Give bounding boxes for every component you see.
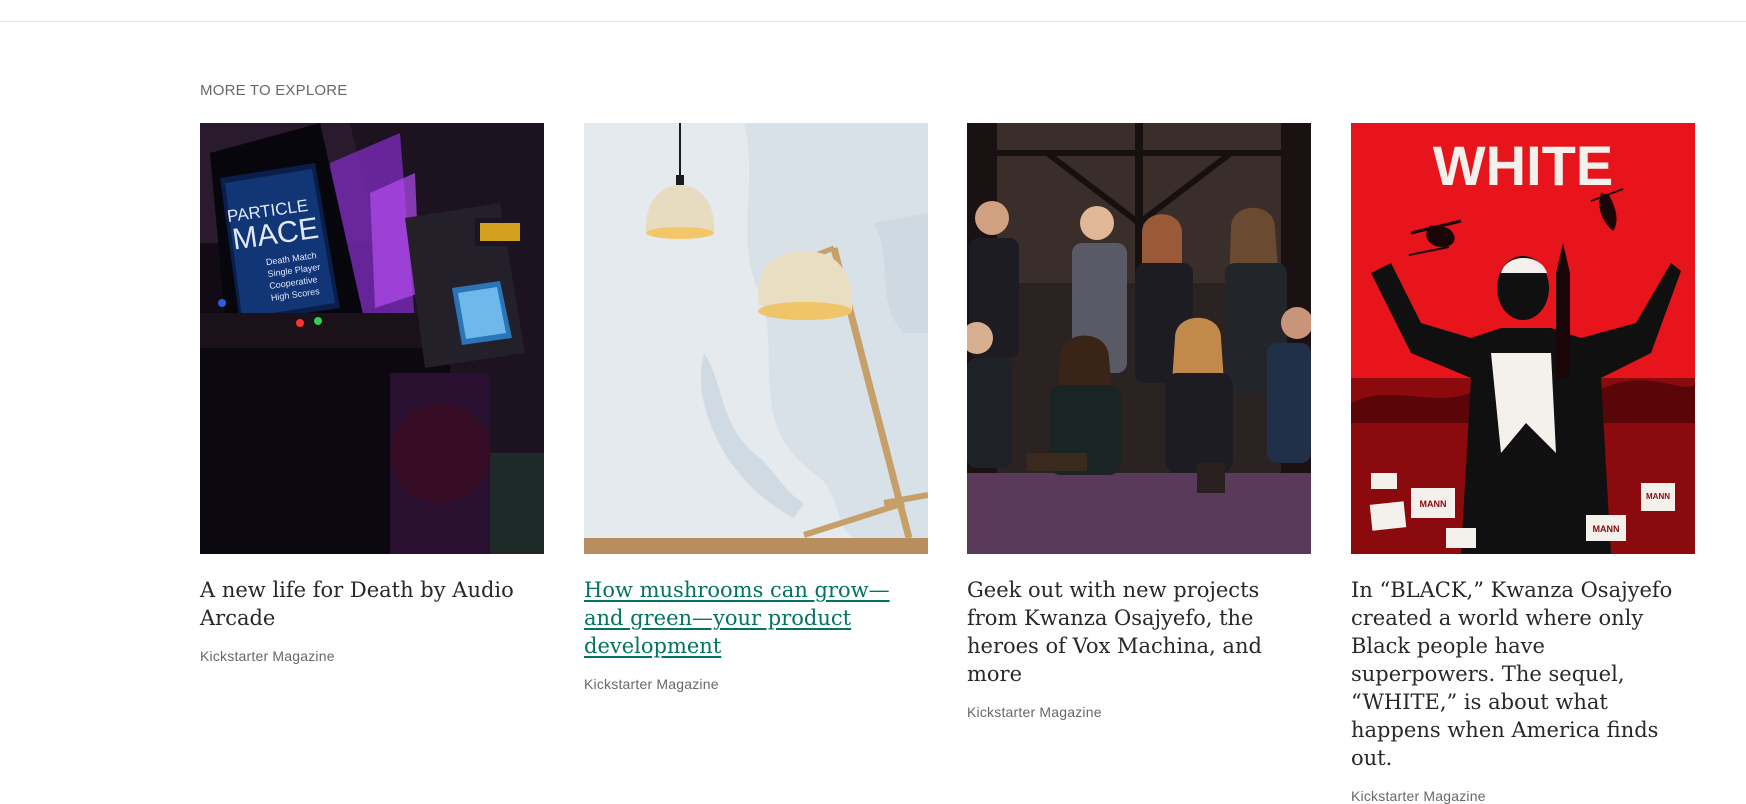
article-source-arcade: Kickstarter Magazine [200, 648, 335, 664]
article-title-arcade[interactable]: A new life for Death by Audio Arcade [200, 576, 544, 632]
article-source-vox-machina: Kickstarter Magazine [967, 704, 1102, 720]
article-title-white[interactable]: In “BLACK,” Kwanza Osajyefo created a wo… [1351, 576, 1695, 772]
svg-text:MANN: MANN [1420, 499, 1447, 509]
article-card-white[interactable]: WHITE MANN MANN MANN In “BLACK,” Kwanza … [1351, 123, 1695, 804]
svg-text:MANN: MANN [1593, 524, 1620, 534]
article-title-vox-machina[interactable]: Geek out with new projects from Kwanza O… [967, 576, 1311, 688]
article-title-mushrooms[interactable]: How mushrooms can grow—and green—your pr… [584, 576, 928, 660]
article-image-mushrooms[interactable] [584, 123, 928, 554]
poster-title-text: WHITE [1433, 134, 1613, 197]
article-source-white: Kickstarter Magazine [1351, 788, 1486, 804]
article-card-mushrooms[interactable]: How mushrooms can grow—and green—your pr… [584, 123, 928, 692]
article-image-arcade[interactable]: PARTICLE MACE Death Match Single Player … [200, 123, 544, 554]
article-image-white[interactable]: WHITE MANN MANN MANN [1351, 123, 1695, 554]
svg-text:MANN: MANN [1646, 492, 1670, 501]
article-image-vox-machina[interactable] [967, 123, 1311, 554]
article-card-vox-machina[interactable]: Geek out with new projects from Kwanza O… [967, 123, 1311, 720]
section-heading: MORE TO EXPLORE [200, 82, 348, 99]
more-to-explore-section: MORE TO EXPLORE PARTICLE MACE Death Matc… [200, 0, 1746, 804]
article-source-mushrooms: Kickstarter Magazine [584, 676, 719, 692]
article-card-arcade[interactable]: PARTICLE MACE Death Match Single Player … [200, 123, 544, 664]
